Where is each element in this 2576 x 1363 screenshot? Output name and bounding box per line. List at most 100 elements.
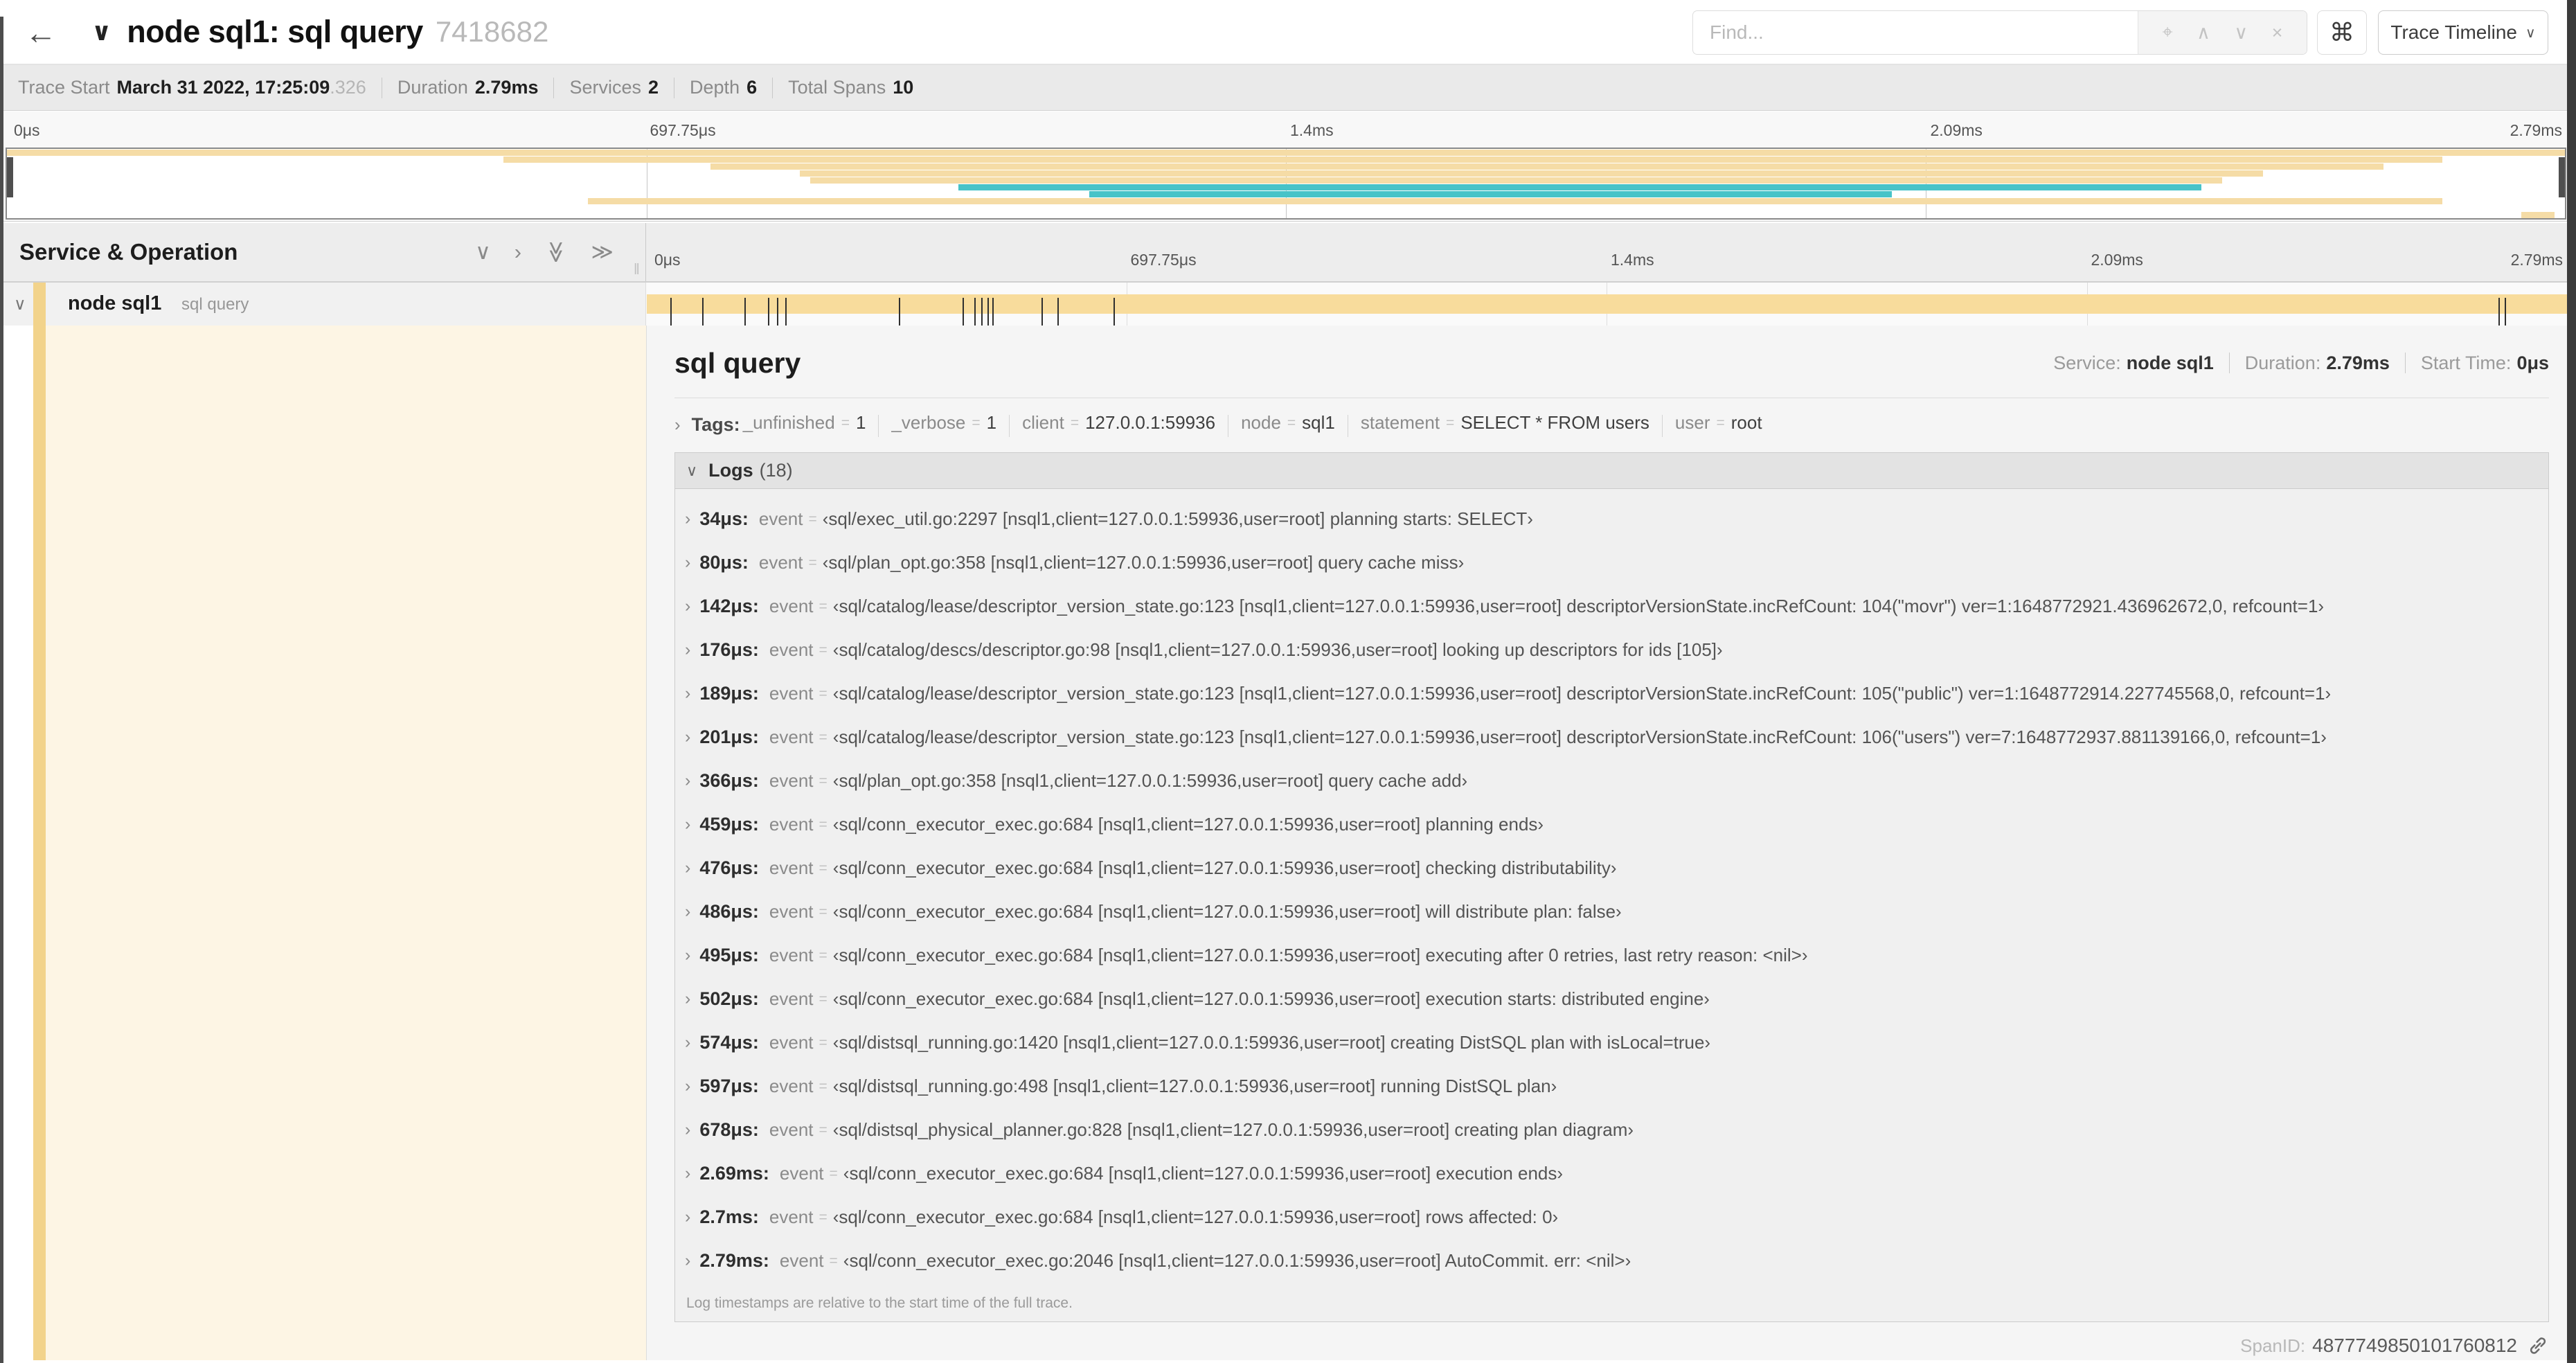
chevron-right-icon[interactable]: › <box>685 858 690 878</box>
chevron-right-icon[interactable]: › <box>685 1207 690 1227</box>
equals-sign: = <box>819 685 828 702</box>
view-selector-label: Trace Timeline <box>2390 21 2517 43</box>
selected-span-highlight <box>46 326 646 1360</box>
log-row[interactable]: › 176μs: event = ‹sql/catalog/descs/descript… <box>685 628 2548 672</box>
minimap-span-bar <box>710 163 2383 170</box>
log-row[interactable]: › 678μs: event = ‹sql/distsql_physical_plann… <box>685 1108 2548 1152</box>
chevron-right-icon[interactable]: › <box>685 902 690 922</box>
log-timestamp: 597μs: <box>699 1076 759 1096</box>
chevron-right-icon[interactable]: › <box>685 1076 690 1096</box>
expand-one-icon[interactable]: › <box>515 240 521 265</box>
span-name-cell[interactable]: ∨ node sql1 sql query <box>0 283 646 326</box>
window-right-scrollbar[interactable] <box>2567 0 2576 1363</box>
minimap-canvas[interactable] <box>6 148 2566 220</box>
minimap-right-drag-handle[interactable] <box>2559 157 2565 197</box>
collapse-all-icon[interactable]: ≫ <box>544 241 569 263</box>
chevron-right-icon[interactable]: › <box>685 1251 690 1271</box>
log-row[interactable]: › 189μs: event = ‹sql/catalog/lease/descript… <box>685 672 2548 715</box>
minimap-span-bar <box>587 198 2442 204</box>
expand-all-icon[interactable]: ≫ <box>591 240 614 265</box>
log-field-value: ‹sql/conn_executor_exec.go:684 [nsql1,cl… <box>832 945 1808 965</box>
divider <box>1661 414 1663 437</box>
log-timestamp: 142μs: <box>699 596 759 616</box>
tag-item[interactable]: statement = SELECT * FROM users <box>1361 412 1649 434</box>
log-row[interactable]: › 2.7ms: event = ‹sql/conn_executor_exec.go:… <box>685 1195 2548 1239</box>
log-row[interactable]: › 34μs: event = ‹sql/exec_util.go:2297 [nsql… <box>685 497 2548 541</box>
minimap-axis-label: 697.75μs <box>650 121 716 139</box>
chevron-right-icon[interactable]: › <box>685 509 690 529</box>
trace-title-group[interactable]: ∨ node sql1: sql query 7418682 <box>91 0 548 64</box>
log-row[interactable]: › 201μs: event = ‹sql/catalog/lease/descript… <box>685 715 2548 759</box>
tag-key: node <box>1241 412 1281 434</box>
service-operation-header: Service & Operation ∨ › ≫ ≫ ‖ <box>0 223 646 281</box>
collapse-one-icon[interactable]: ∨ <box>475 240 491 265</box>
chevron-right-icon[interactable]: › <box>674 414 681 436</box>
tag-item[interactable]: client = 127.0.0.1:59936 <box>1022 412 1215 434</box>
top-bar: ← ∨ node sql1: sql query 7418682 ⌖∧∨× ⌘ … <box>0 0 2576 65</box>
keyboard-shortcuts-button[interactable]: ⌘ <box>2317 10 2367 55</box>
log-timestamp: 678μs: <box>699 1119 759 1140</box>
chevron-right-icon[interactable]: › <box>685 814 690 835</box>
tag-item[interactable]: _unfinished = 1 <box>743 412 866 434</box>
chevron-down-icon[interactable]: ∨ <box>14 294 26 314</box>
chevron-right-icon[interactable]: › <box>685 727 690 747</box>
equals-sign: = <box>808 554 817 571</box>
equals-sign: = <box>829 1165 838 1182</box>
equals-sign: = <box>1287 414 1296 431</box>
find-prev-icon[interactable]: ∧ <box>2197 22 2210 44</box>
span-duration-bar[interactable] <box>647 294 2568 334</box>
timeline-grid-header: Service & Operation ∨ › ≫ ≫ ‖ 0μs 697.75μs 1.… <box>0 223 2576 283</box>
log-row[interactable]: › 366μs: event = ‹sql/plan_opt.go:358 [nsql1… <box>685 759 2548 803</box>
log-row[interactable]: › 2.69ms: event = ‹sql/conn_executor_exec.go… <box>685 1152 2548 1195</box>
log-field-key: event <box>758 508 803 529</box>
log-row[interactable]: › 142μs: event = ‹sql/catalog/lease/descript… <box>685 585 2548 628</box>
chevron-right-icon[interactable]: › <box>685 640 690 660</box>
find-clear-icon[interactable]: × <box>2272 22 2283 44</box>
chevron-right-icon[interactable]: › <box>685 771 690 791</box>
log-row[interactable]: › 495μs: event = ‹sql/conn_executor_exec.go:… <box>685 934 2548 977</box>
column-resize-grip[interactable]: ‖ <box>634 260 640 278</box>
minimap-span-row <box>7 170 2565 177</box>
summary-label: Duration <box>397 77 468 98</box>
log-row[interactable]: › 476μs: event = ‹sql/conn_executor_exec.go:… <box>685 846 2548 890</box>
log-row[interactable]: › 80μs: event = ‹sql/plan_opt.go:358 [nsql1,… <box>685 541 2548 585</box>
log-timestamp: 459μs: <box>699 814 759 835</box>
tag-item[interactable]: user = root <box>1675 412 1762 434</box>
chevron-right-icon[interactable]: › <box>685 1033 690 1053</box>
equals-sign: = <box>1716 414 1725 431</box>
span-timeline-cell <box>646 283 2568 334</box>
back-button[interactable]: ← <box>25 15 57 50</box>
log-row[interactable]: › 486μs: event = ‹sql/conn_executor_exec.go:… <box>685 890 2548 934</box>
chevron-down-icon[interactable]: ∨ <box>91 17 111 46</box>
log-row[interactable]: › 2.79ms: event = ‹sql/conn_executor_exec.go… <box>685 1239 2548 1283</box>
view-selector-button[interactable]: Trace Timeline ∨ <box>2378 10 2548 55</box>
tag-item[interactable]: _verbose = 1 <box>891 412 996 434</box>
chevron-right-icon[interactable]: › <box>685 989 690 1009</box>
chevron-right-icon[interactable]: › <box>685 1164 690 1184</box>
span-operation-name: sql query <box>181 295 249 314</box>
chevron-right-icon[interactable]: › <box>685 1120 690 1140</box>
log-field-value: ‹sql/conn_executor_exec.go:684 [nsql1,cl… <box>832 901 1622 922</box>
chevron-right-icon[interactable]: › <box>685 553 690 573</box>
log-timestamp: 502μs: <box>699 988 759 1009</box>
chevron-right-icon[interactable]: › <box>685 945 690 965</box>
log-timestamp: 2.69ms: <box>699 1163 769 1184</box>
service-operation-title: Service & Operation <box>19 239 238 265</box>
find-input[interactable] <box>1693 11 2138 54</box>
chevron-down-icon[interactable]: ∨ <box>686 462 697 480</box>
tag-key: client <box>1022 412 1064 434</box>
log-row[interactable]: › 574μs: event = ‹sql/distsql_running.go:142… <box>685 1021 2548 1064</box>
equals-sign: = <box>808 510 817 527</box>
log-row[interactable]: › 502μs: event = ‹sql/conn_executor_exec.go:… <box>685 977 2548 1021</box>
chevron-right-icon[interactable]: › <box>685 596 690 616</box>
log-row[interactable]: › 597μs: event = ‹sql/distsql_running.go:498… <box>685 1064 2548 1108</box>
tag-item[interactable]: node = sql1 <box>1241 412 1335 434</box>
find-target-icon[interactable]: ⌖ <box>2162 21 2172 44</box>
log-row[interactable]: › 459μs: event = ‹sql/conn_executor_exec.go:… <box>685 803 2548 846</box>
find-next-icon[interactable]: ∨ <box>2234 22 2248 44</box>
minimap-left-drag-handle[interactable] <box>7 157 13 197</box>
link-icon[interactable] <box>2527 1335 2549 1357</box>
chevron-right-icon[interactable]: › <box>685 684 690 704</box>
tags-section-header[interactable]: › Tags: _unfinished = 1 _verbose = 1 client = 12… <box>674 409 2549 440</box>
logs-section-header[interactable]: ∨ Logs (18) <box>675 453 2548 489</box>
